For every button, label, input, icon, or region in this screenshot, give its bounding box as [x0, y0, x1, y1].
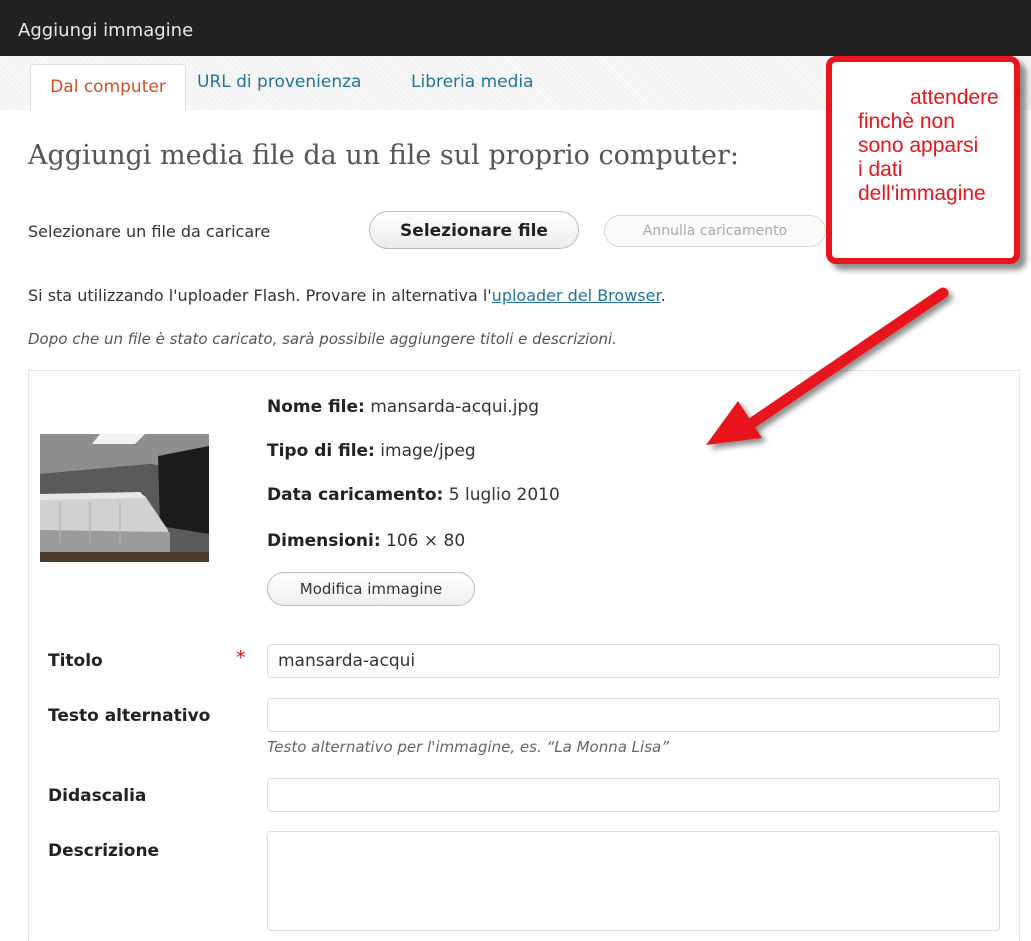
annotation-arrow: [706, 287, 949, 445]
